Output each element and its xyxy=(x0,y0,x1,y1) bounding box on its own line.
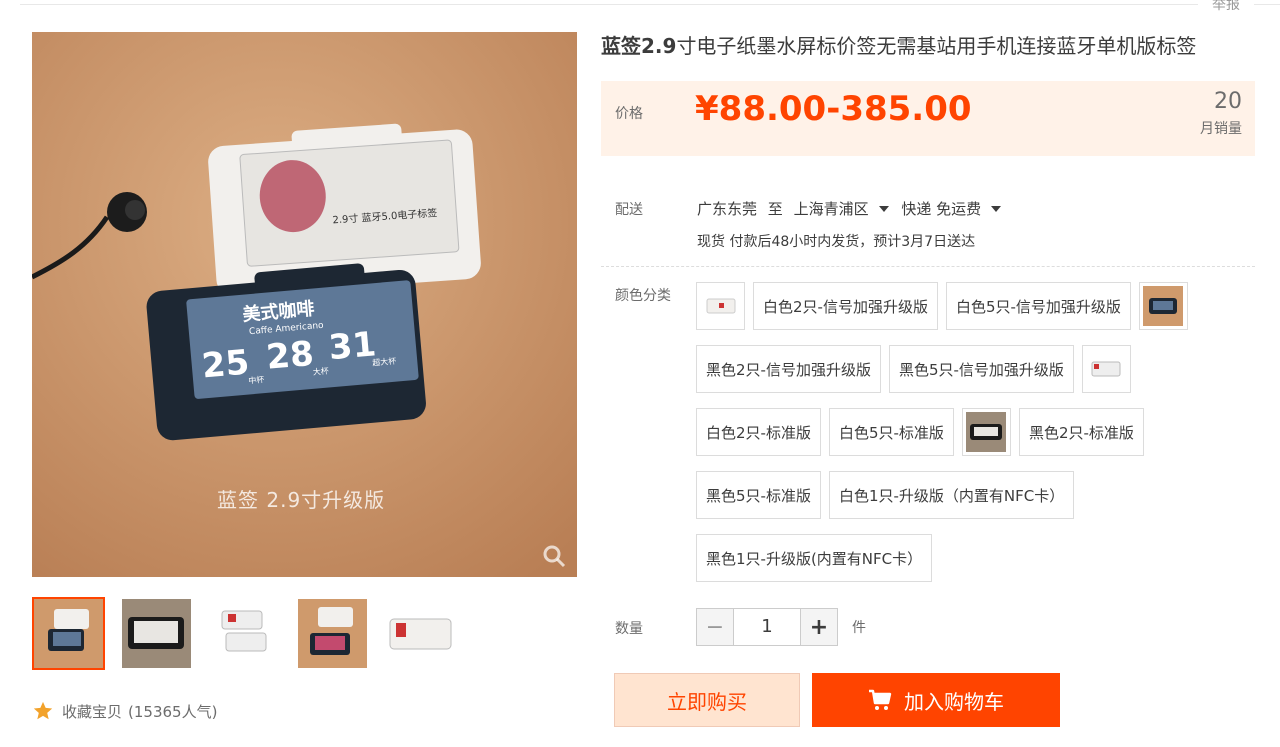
product-page: 举报 2.9寸 蓝牙5.0电子标签 美式咖啡 Caffe Americano 2… xyxy=(0,0,1280,747)
price-value: ¥88.00-385.00 xyxy=(695,89,972,129)
monthly-sales: 20 月销量 xyxy=(1200,89,1242,138)
black-tag-price-2: 28 xyxy=(265,334,316,378)
sku-option-2[interactable]: 白色5只-信号加强升级版 xyxy=(945,282,1131,330)
delivery-row: 广东东莞 至 上海青浦区 快递 免运费 xyxy=(697,198,1009,219)
sku-option-6[interactable]: 白色5只-标准版 xyxy=(828,408,954,456)
sku-option-1[interactable]: 白色2只-信号加强升级版 xyxy=(753,282,938,330)
delivery-to-word: 至 xyxy=(767,200,783,218)
image-caption: 蓝签 2.9寸升级版 xyxy=(217,488,386,512)
thumbnail-4[interactable] xyxy=(296,597,369,670)
delivery-note: 现货 付款后48小时内发货，预计3月7日送达 xyxy=(697,234,976,250)
delivery-label: 配送 xyxy=(615,202,643,218)
price-box: 价格 ¥88.00-385.00 20 月销量 xyxy=(601,81,1255,156)
delivery-to-select[interactable]: 上海青浦区 xyxy=(794,200,897,218)
quantity-stepper: − 1 + 件 xyxy=(696,608,866,646)
add-to-cart-button[interactable]: 加入购物车 xyxy=(812,673,1060,727)
thumbnail-strip xyxy=(32,597,457,670)
thumbnail-2[interactable] xyxy=(120,597,193,670)
star-icon xyxy=(33,701,53,720)
black-tag-price-1: 25 xyxy=(200,342,251,386)
sku-image-option-1[interactable] xyxy=(696,282,745,330)
thumbnail-1[interactable] xyxy=(32,597,105,670)
sku-option-3[interactable]: 黑色2只-信号加强升级版 xyxy=(696,345,881,393)
quantity-label: 数量 xyxy=(615,621,643,637)
title-bold: 蓝签2.9 xyxy=(601,34,677,58)
report-link[interactable]: 举报 xyxy=(1198,0,1254,14)
thumbnail-3[interactable] xyxy=(208,597,281,670)
product-title: 蓝签2.9寸电子纸墨水屏标价签无需基站用手机连接蓝牙单机版标签 xyxy=(601,32,1255,61)
sku-option-8[interactable]: 黑色5只-标准版 xyxy=(696,471,821,519)
sku-label: 颜色分类 xyxy=(615,288,671,304)
price-label: 价格 xyxy=(615,106,643,122)
black-tag-size-1: 中杯 xyxy=(248,374,265,385)
thumbnail-5[interactable] xyxy=(384,597,457,670)
top-divider xyxy=(20,4,1280,5)
black-tag-price-3: 31 xyxy=(327,324,378,368)
delivery-method: 快递 免运费 xyxy=(901,200,982,218)
quantity-minus-button[interactable]: − xyxy=(696,608,734,646)
sku-option-9[interactable]: 白色1只-升级版（内置有NFC卡） xyxy=(828,471,1075,519)
black-tag-size-3: 超大杯 xyxy=(372,356,397,368)
quantity-plus-button[interactable]: + xyxy=(800,608,838,646)
main-product-image[interactable]: 2.9寸 蓝牙5.0电子标签 美式咖啡 Caffe Americano 25 2… xyxy=(32,32,577,577)
delivery-from: 广东东莞 xyxy=(697,200,758,218)
sku-option-7[interactable]: 黑色2只-标准版 xyxy=(1018,408,1144,456)
sku-image-option-4[interactable] xyxy=(961,408,1011,456)
delivery-method-select[interactable]: 快递 免运费 xyxy=(901,200,1009,218)
zoom-icon[interactable] xyxy=(541,543,567,569)
sales-count: 20 xyxy=(1214,89,1242,114)
quantity-unit: 件 xyxy=(852,620,866,636)
product-info: 蓝签2.9寸电子纸墨水屏标价签无需基站用手机连接蓝牙单机版标签 价格 ¥88.0… xyxy=(601,32,1255,156)
sku-options: 白色2只-信号加强升级版 白色5只-信号加强升级版 黑色2只-信号加强升级版 黑… xyxy=(696,282,1256,597)
sales-label: 月销量 xyxy=(1200,121,1242,137)
sku-image-option-3[interactable] xyxy=(1081,345,1131,393)
add-to-cart-label: 加入购物车 xyxy=(904,689,1004,714)
cart-icon xyxy=(869,689,892,710)
sku-option-10[interactable]: 黑色1只-升级版(内置有NFC卡） xyxy=(696,534,933,582)
favorite-label: 收藏宝贝 xyxy=(62,702,123,721)
chevron-down-icon xyxy=(878,205,889,212)
title-rest: 寸电子纸墨水屏标价签无需基站用手机连接蓝牙单机版标签 xyxy=(676,34,1197,58)
quantity-input[interactable]: 1 xyxy=(734,608,800,646)
delivery-to: 上海青浦区 xyxy=(793,200,869,218)
sku-image-option-2[interactable] xyxy=(1138,282,1188,330)
sku-option-4[interactable]: 黑色5只-信号加强升级版 xyxy=(888,345,1074,393)
sku-option-5[interactable]: 白色2只-标准版 xyxy=(696,408,821,456)
divider xyxy=(601,266,1255,267)
favorite-button[interactable]: 收藏宝贝 (15365人气) xyxy=(32,700,217,722)
favorite-count: (15365人气) xyxy=(128,702,218,721)
black-tag-size-2: 大杯 xyxy=(312,365,329,376)
buy-now-button[interactable]: 立即购买 xyxy=(614,673,800,727)
chevron-down-icon xyxy=(991,205,1002,212)
